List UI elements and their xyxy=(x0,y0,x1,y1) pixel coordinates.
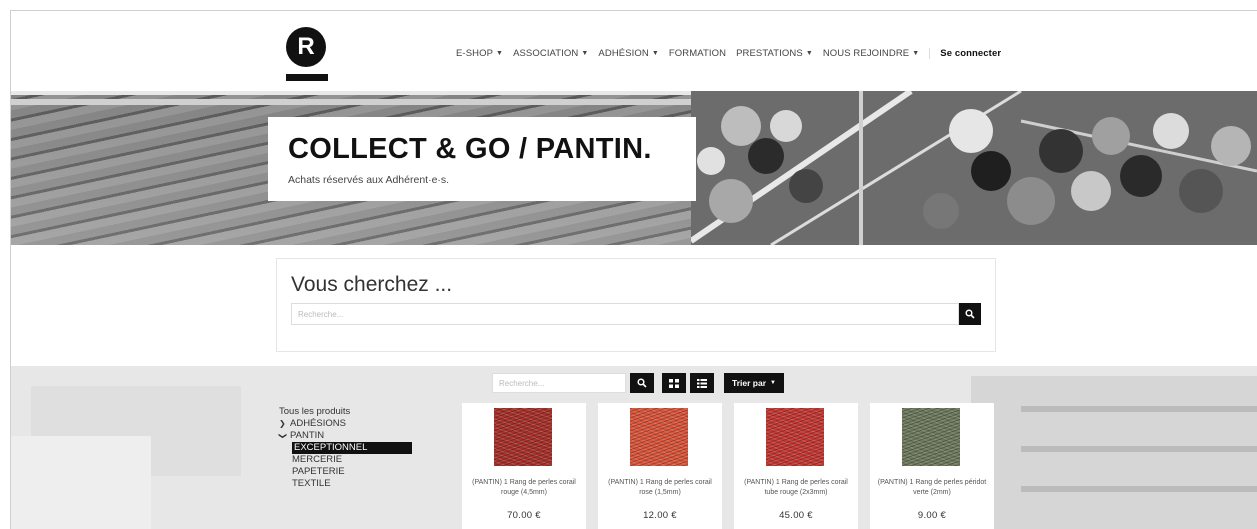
grid-view-button[interactable] xyxy=(662,373,686,393)
search-heading: Vous cherchez ... xyxy=(291,273,453,296)
nav-item-eshop[interactable]: E-SHOP ▼ xyxy=(456,48,503,59)
chevron-right-icon: ❯ xyxy=(279,419,286,428)
search-panel: Vous cherchez ... Recherche... xyxy=(276,258,996,352)
category-papeterie[interactable]: PAPETERIE xyxy=(292,466,412,478)
product-price: 70.00 € xyxy=(507,510,541,521)
caret-down-icon: ▼ xyxy=(581,50,589,57)
search-button[interactable] xyxy=(959,303,981,325)
main-nav: E-SHOP ▼ ASSOCIATION ▼ ADHÉSION ▼ FORMATION… xyxy=(456,48,1001,59)
product-image[interactable] xyxy=(630,408,688,466)
category-pantin[interactable]: ❯ PANTIN xyxy=(279,430,412,442)
page-subtitle: Achats réservés aux Adhérent·e·s. xyxy=(288,174,450,186)
product-image[interactable] xyxy=(902,408,960,466)
product-name[interactable]: (PANTIN) 1 Rang de perles corail rose (1… xyxy=(602,478,718,498)
product-price: 9.00 € xyxy=(917,510,947,521)
product-card[interactable]: (PANTIN) 1 Rang de perles corail rouge (… xyxy=(462,403,586,529)
nav-label: E-SHOP xyxy=(456,48,494,59)
nav-label: PRESTATIONS xyxy=(736,48,803,59)
category-mercerie[interactable]: MERCERIE xyxy=(292,454,412,466)
logo-mark: R xyxy=(286,27,326,67)
nav-item-association[interactable]: ASSOCIATION ▼ xyxy=(513,48,588,59)
product-image[interactable] xyxy=(494,408,552,466)
nav-label: FORMATION xyxy=(668,48,727,59)
category-label: ADHÉSIONS xyxy=(290,418,346,429)
search-icon xyxy=(965,309,975,319)
category-exceptionnel[interactable]: EXCEPTIONNEL xyxy=(292,442,412,454)
nav-item-nous-rejoindre[interactable]: NOUS REJOINDRE ▼ xyxy=(823,48,919,59)
site-logo[interactable]: R xyxy=(286,27,336,85)
nav-item-prestations[interactable]: PRESTATIONS ▼ xyxy=(736,48,813,59)
balloons-image xyxy=(691,91,1257,245)
search-icon xyxy=(637,378,647,388)
product-price: 45.00 € xyxy=(779,510,813,521)
sort-dropdown[interactable]: Trier par ▼ xyxy=(724,373,784,393)
category-adhesions[interactable]: ❯ ADHÉSIONS xyxy=(279,418,412,430)
chevron-down-icon: ❯ xyxy=(278,432,288,440)
product-card[interactable]: (PANTIN) 1 Rang de perles corail rose (1… xyxy=(598,403,722,529)
caret-down-icon: ▼ xyxy=(770,380,776,386)
nav-item-formation[interactable]: FORMATION xyxy=(669,48,726,59)
product-card[interactable]: (PANTIN) 1 Rang de perles péridot verte … xyxy=(870,403,994,529)
list-view-button[interactable] xyxy=(690,373,714,393)
nav-label: ASSOCIATION xyxy=(513,48,579,59)
product-image[interactable] xyxy=(766,408,824,466)
search-input[interactable]: Recherche... xyxy=(291,303,959,325)
category-sidebar: Tous les produits ❯ ADHÉSIONS ❯ PANTIN E… xyxy=(279,406,412,490)
site-header: R E-SHOP ▼ ASSOCIATION ▼ ADHÉSION ▼ FORMATI… xyxy=(11,11,1257,91)
hero-banner: COLLECT & GO / PANTIN. Achats réservés a… xyxy=(11,91,1257,245)
category-textile[interactable]: TEXTILE xyxy=(292,478,412,490)
product-card[interactable]: (PANTIN) 1 Rang de perles corail tube ro… xyxy=(734,403,858,529)
category-all[interactable]: Tous les produits xyxy=(279,406,412,418)
product-price: 12.00 € xyxy=(643,510,677,521)
page-title: COLLECT & GO / PANTIN. xyxy=(288,133,652,165)
caret-down-icon: ▼ xyxy=(496,50,504,57)
nav-item-adhesion[interactable]: ADHÉSION ▼ xyxy=(598,48,658,59)
banner-title-card: COLLECT & GO / PANTIN. Achats réservés a… xyxy=(268,117,696,201)
caret-down-icon: ▼ xyxy=(912,50,920,57)
login-link[interactable]: Se connecter xyxy=(929,48,1001,59)
nav-label: NOUS REJOINDRE xyxy=(822,48,910,59)
product-search-button[interactable] xyxy=(630,373,654,393)
sort-label: Trier par xyxy=(732,378,767,388)
product-name[interactable]: (PANTIN) 1 Rang de perles corail tube ro… xyxy=(738,478,854,498)
search-row: Recherche... xyxy=(291,303,981,325)
caret-down-icon: ▼ xyxy=(651,50,659,57)
product-name[interactable]: (PANTIN) 1 Rang de perles corail rouge (… xyxy=(466,478,582,498)
category-label: PANTIN xyxy=(290,430,325,441)
product-name[interactable]: (PANTIN) 1 Rang de perles péridot verte … xyxy=(874,478,990,498)
list-view-icon xyxy=(697,378,707,388)
grid-view-icon xyxy=(669,378,679,388)
product-search-input[interactable]: Recherche... xyxy=(492,373,626,393)
caret-down-icon: ▼ xyxy=(805,50,813,57)
shop-toolbar: Recherche... Trier par ▼ xyxy=(492,373,784,393)
logo-underline xyxy=(286,74,328,81)
nav-label: ADHÉSION xyxy=(598,48,649,59)
